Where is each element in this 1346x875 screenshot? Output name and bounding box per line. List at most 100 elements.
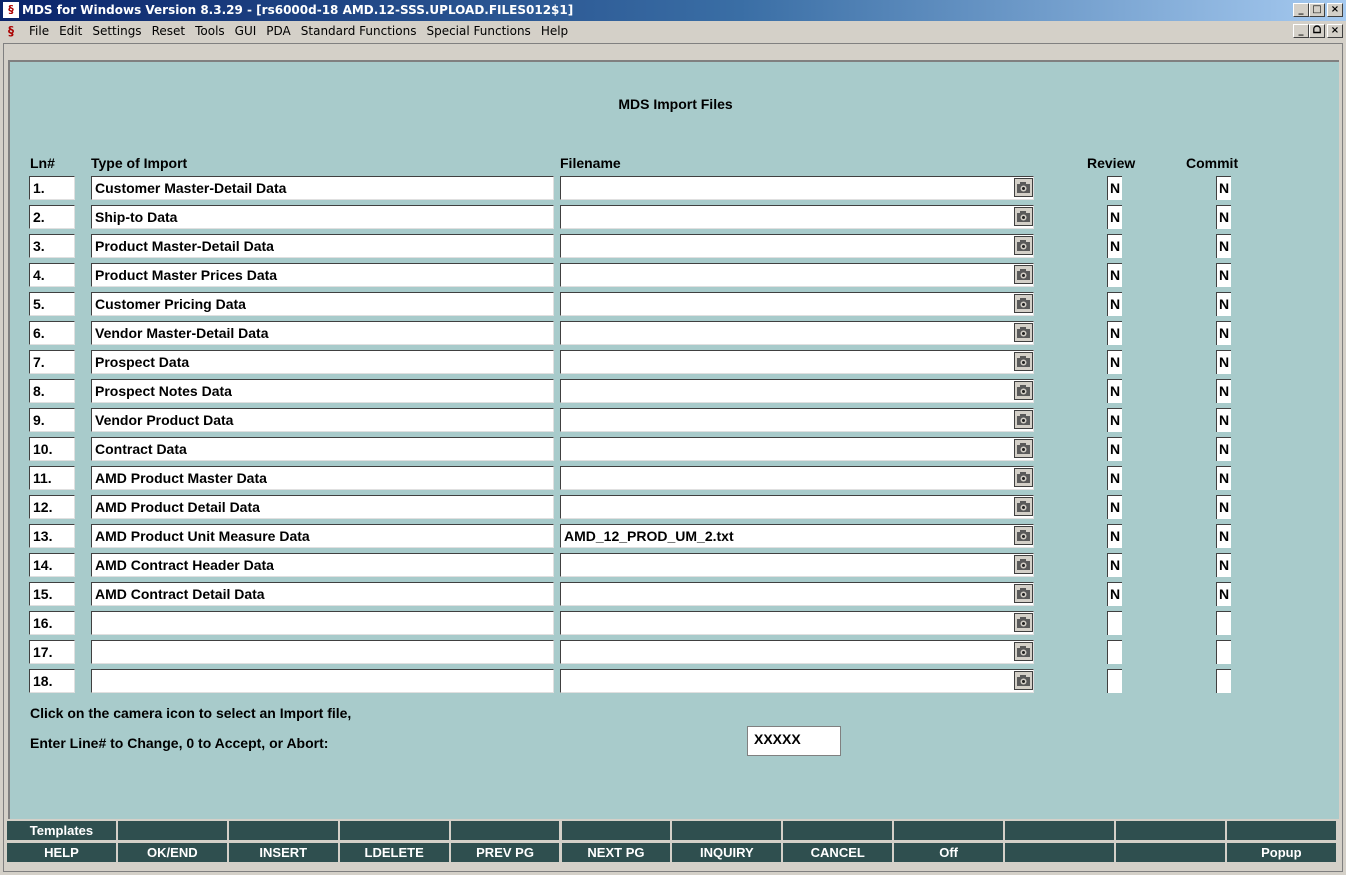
- filename-field[interactable]: [560, 321, 1034, 345]
- fkey-top-blank-7[interactable]: [782, 820, 894, 841]
- commit-flag[interactable]: N: [1216, 205, 1231, 229]
- camera-icon[interactable]: [1014, 642, 1033, 661]
- maximize-button[interactable]: □: [1309, 3, 1325, 17]
- fkey-bottom-off[interactable]: Off: [893, 842, 1005, 863]
- review-flag[interactable]: N: [1107, 408, 1122, 432]
- camera-icon[interactable]: [1014, 468, 1033, 487]
- import-type-field[interactable]: Product Master-Detail Data: [91, 234, 554, 258]
- import-type-field[interactable]: AMD Product Unit Measure Data: [91, 524, 554, 548]
- camera-icon[interactable]: [1014, 236, 1033, 255]
- menu-item-edit[interactable]: Edit: [54, 24, 87, 38]
- line-number-field[interactable]: 10.: [29, 437, 75, 461]
- filename-field[interactable]: [560, 350, 1034, 374]
- fkey-bottom-ok-end[interactable]: OK/END: [116, 842, 228, 863]
- import-type-field[interactable]: [91, 640, 554, 664]
- review-flag[interactable]: N: [1107, 350, 1122, 374]
- commit-flag[interactable]: [1216, 640, 1231, 664]
- commit-flag[interactable]: N: [1216, 495, 1231, 519]
- camera-icon[interactable]: [1014, 323, 1033, 342]
- review-flag[interactable]: N: [1107, 495, 1122, 519]
- camera-icon[interactable]: [1014, 381, 1033, 400]
- review-flag[interactable]: N: [1107, 553, 1122, 577]
- close-button[interactable]: ×: [1327, 3, 1343, 17]
- camera-icon[interactable]: [1014, 439, 1033, 458]
- review-flag[interactable]: N: [1107, 437, 1122, 461]
- fkey-top-blank-8[interactable]: [893, 820, 1005, 841]
- review-flag[interactable]: N: [1107, 263, 1122, 287]
- import-type-field[interactable]: Prospect Data: [91, 350, 554, 374]
- review-flag[interactable]: N: [1107, 524, 1122, 548]
- review-flag[interactable]: N: [1107, 321, 1122, 345]
- menu-item-pda[interactable]: PDA: [261, 24, 295, 38]
- commit-flag[interactable]: N: [1216, 437, 1231, 461]
- import-type-field[interactable]: [91, 669, 554, 693]
- fkey-top-templates[interactable]: Templates: [6, 820, 117, 841]
- commit-flag[interactable]: N: [1216, 582, 1231, 606]
- child-close-button[interactable]: ×: [1327, 24, 1343, 38]
- camera-icon[interactable]: [1014, 352, 1033, 371]
- commit-flag[interactable]: N: [1216, 553, 1231, 577]
- line-number-field[interactable]: 17.: [29, 640, 75, 664]
- line-number-field[interactable]: 1.: [29, 176, 75, 200]
- filename-field[interactable]: [560, 292, 1034, 316]
- fkey-top-blank-2[interactable]: [227, 820, 339, 841]
- fkey-top-blank-3[interactable]: [338, 820, 450, 841]
- line-number-field[interactable]: 9.: [29, 408, 75, 432]
- commit-flag[interactable]: N: [1216, 263, 1231, 287]
- document-icon[interactable]: §: [3, 23, 19, 39]
- camera-icon[interactable]: [1014, 410, 1033, 429]
- fkey-bottom-ldelete[interactable]: LDELETE: [338, 842, 450, 863]
- fkey-top-blank-1[interactable]: [116, 820, 228, 841]
- line-number-field[interactable]: 14.: [29, 553, 75, 577]
- filename-field[interactable]: [560, 205, 1034, 229]
- filename-field[interactable]: [560, 234, 1034, 258]
- camera-icon[interactable]: [1014, 294, 1033, 313]
- camera-icon[interactable]: [1014, 526, 1033, 545]
- menu-item-help[interactable]: Help: [536, 24, 573, 38]
- fkey-bottom-popup[interactable]: Popup: [1225, 842, 1337, 863]
- filename-field[interactable]: [560, 495, 1034, 519]
- review-flag[interactable]: [1107, 640, 1122, 664]
- import-type-field[interactable]: Vendor Product Data: [91, 408, 554, 432]
- review-flag[interactable]: N: [1107, 176, 1122, 200]
- filename-field[interactable]: [560, 263, 1034, 287]
- title-bar[interactable]: § MDS for Windows Version 8.3.29 - [rs60…: [0, 0, 1346, 21]
- import-type-field[interactable]: Prospect Notes Data: [91, 379, 554, 403]
- import-type-field[interactable]: Ship-to Data: [91, 205, 554, 229]
- fkey-top-blank-5[interactable]: [560, 820, 672, 841]
- child-restore-button[interactable]: ᗝ: [1309, 24, 1325, 38]
- fkey-top-blank-11[interactable]: [1225, 820, 1337, 841]
- commit-flag[interactable]: N: [1216, 350, 1231, 374]
- commit-flag[interactable]: [1216, 669, 1231, 693]
- review-flag[interactable]: [1107, 669, 1122, 693]
- camera-icon[interactable]: [1014, 497, 1033, 516]
- camera-icon[interactable]: [1014, 584, 1033, 603]
- import-type-field[interactable]: Vendor Master-Detail Data: [91, 321, 554, 345]
- camera-icon[interactable]: [1014, 613, 1033, 632]
- camera-icon[interactable]: [1014, 671, 1033, 690]
- import-type-field[interactable]: AMD Contract Header Data: [91, 553, 554, 577]
- line-number-field[interactable]: 18.: [29, 669, 75, 693]
- commit-flag[interactable]: [1216, 611, 1231, 635]
- fkey-bottom-insert[interactable]: INSERT: [227, 842, 339, 863]
- commit-flag[interactable]: N: [1216, 466, 1231, 490]
- import-type-field[interactable]: [91, 611, 554, 635]
- import-type-field[interactable]: Customer Pricing Data: [91, 292, 554, 316]
- line-number-field[interactable]: 3.: [29, 234, 75, 258]
- fkey-top-blank-6[interactable]: [671, 820, 783, 841]
- fkey-bottom-blank-9[interactable]: [1004, 842, 1115, 863]
- import-type-field[interactable]: AMD Product Master Data: [91, 466, 554, 490]
- filename-field[interactable]: [560, 611, 1034, 635]
- minimize-button[interactable]: _: [1293, 3, 1309, 17]
- line-number-input[interactable]: XXXXX: [747, 726, 841, 756]
- review-flag[interactable]: [1107, 611, 1122, 635]
- import-type-field[interactable]: Contract Data: [91, 437, 554, 461]
- fkey-bottom-help[interactable]: HELP: [6, 842, 117, 863]
- fkey-bottom-cancel[interactable]: CANCEL: [782, 842, 894, 863]
- review-flag[interactable]: N: [1107, 582, 1122, 606]
- commit-flag[interactable]: N: [1216, 408, 1231, 432]
- menu-item-special-functions[interactable]: Special Functions: [421, 24, 535, 38]
- commit-flag[interactable]: N: [1216, 524, 1231, 548]
- fkey-top-blank-10[interactable]: [1115, 820, 1226, 841]
- line-number-field[interactable]: 6.: [29, 321, 75, 345]
